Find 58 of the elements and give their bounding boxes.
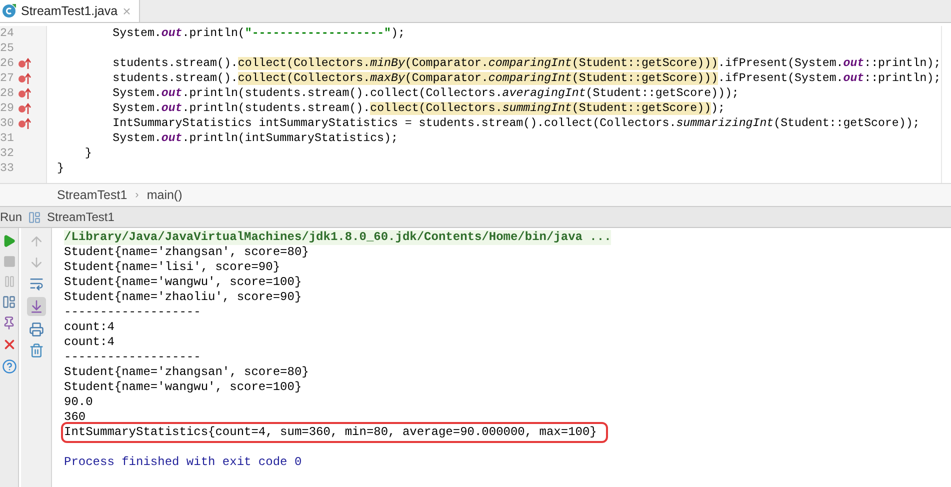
code-line: System.out.println(students.stream().collect(Collectors.summingInt(Student::getScore))); — [112, 101, 726, 116]
pin-icon[interactable] — [2, 316, 16, 330]
line-number: 33 — [0, 162, 12, 175]
run-config-tab[interactable]: StreamTest1 — [47, 210, 114, 224]
pause-icon[interactable] — [2, 275, 16, 288]
output-line: 360 — [64, 410, 87, 425]
output-line: ------------------- — [64, 350, 202, 365]
code-line: System.out.println(intSummaryStatistics); — [112, 131, 399, 146]
breadcrumb-item[interactable]: StreamTest1 — [57, 188, 128, 202]
help-icon[interactable] — [2, 359, 16, 374]
layout-icon[interactable] — [2, 295, 16, 309]
line-number: 31 — [0, 132, 12, 145]
output-line: Student{name='zhaoliu', score=90} — [64, 290, 303, 305]
wrap-text-icon[interactable] — [28, 276, 44, 291]
line-number: 27 — [0, 72, 12, 85]
run-icon[interactable] — [2, 234, 16, 248]
down-arrow-icon[interactable] — [28, 255, 44, 270]
output-line: Student{name='lisi', score=90} — [64, 260, 282, 275]
highlighted-output-line: IntSummaryStatistics{count=4, sum=360, min=80, average=90.000000, max=100} — [64, 425, 605, 440]
output-line: Student{name='wangwu', score=100} — [64, 380, 303, 395]
stop-icon[interactable] — [2, 255, 16, 268]
exit-message: Process finished with exit code 0 — [64, 455, 303, 470]
scroll-to-end-button[interactable] — [26, 297, 46, 316]
output-line: Student{name='zhangsan', score=80} — [64, 245, 310, 260]
code-line: System.out.println("-------------------"); — [112, 26, 406, 41]
run-panel-title: Run — [0, 210, 22, 224]
overriding-method-icon — [18, 58, 32, 69]
overriding-method-icon — [18, 103, 32, 114]
code-line: students.stream().collect(Collectors.maxBy(Comparator.comparingInt(Student::getScore))).ifPresent(System.out::println); — [112, 71, 941, 86]
code-line: } — [84, 146, 93, 161]
editor-tab[interactable]: StreamTest1.java × — [0, 0, 140, 22]
line-number: 30 — [0, 117, 12, 130]
line-number: 25 — [0, 42, 12, 55]
overriding-method-icon — [18, 73, 32, 84]
arrow-down-to-line-icon — [28, 299, 44, 314]
print-icon[interactable] — [28, 322, 44, 337]
breadcrumb-item[interactable]: main() — [146, 188, 182, 202]
code-line: students.stream().collect(Collectors.minBy(Comparator.comparingInt(Student::getScore))).ifPresent(System.out::println); — [112, 56, 941, 71]
output-line: Student{name='wangwu', score=100} — [64, 275, 303, 290]
overriding-method-icon — [18, 118, 32, 129]
output-line: count:4 — [64, 320, 116, 335]
breadcrumb-separator: › — [135, 189, 139, 201]
line-number: 28 — [0, 87, 12, 100]
line-number: 24 — [0, 27, 12, 40]
code-line: System.out.println(students.stream().collect(Collectors.averagingInt(Student::getScore))); — [112, 86, 740, 101]
code-line: IntSummaryStatistics intSummaryStatistics = students.stream().collect(Collectors.summarizingInt(Student::getScore)); — [112, 116, 921, 131]
window-icon — [28, 210, 42, 224]
output-line: 90.0 — [64, 395, 94, 410]
code-line: } — [57, 161, 65, 176]
class-file-icon — [2, 4, 16, 18]
line-number: 29 — [0, 102, 12, 115]
overriding-method-icon — [18, 88, 32, 99]
output-line: ------------------- — [64, 305, 202, 320]
output-line: Student{name='zhangsan', score=80} — [64, 365, 310, 380]
line-number: 26 — [0, 57, 12, 70]
line-number: 32 — [0, 147, 12, 160]
output-line: count:4 — [64, 335, 116, 350]
trash-icon[interactable] — [28, 343, 44, 358]
